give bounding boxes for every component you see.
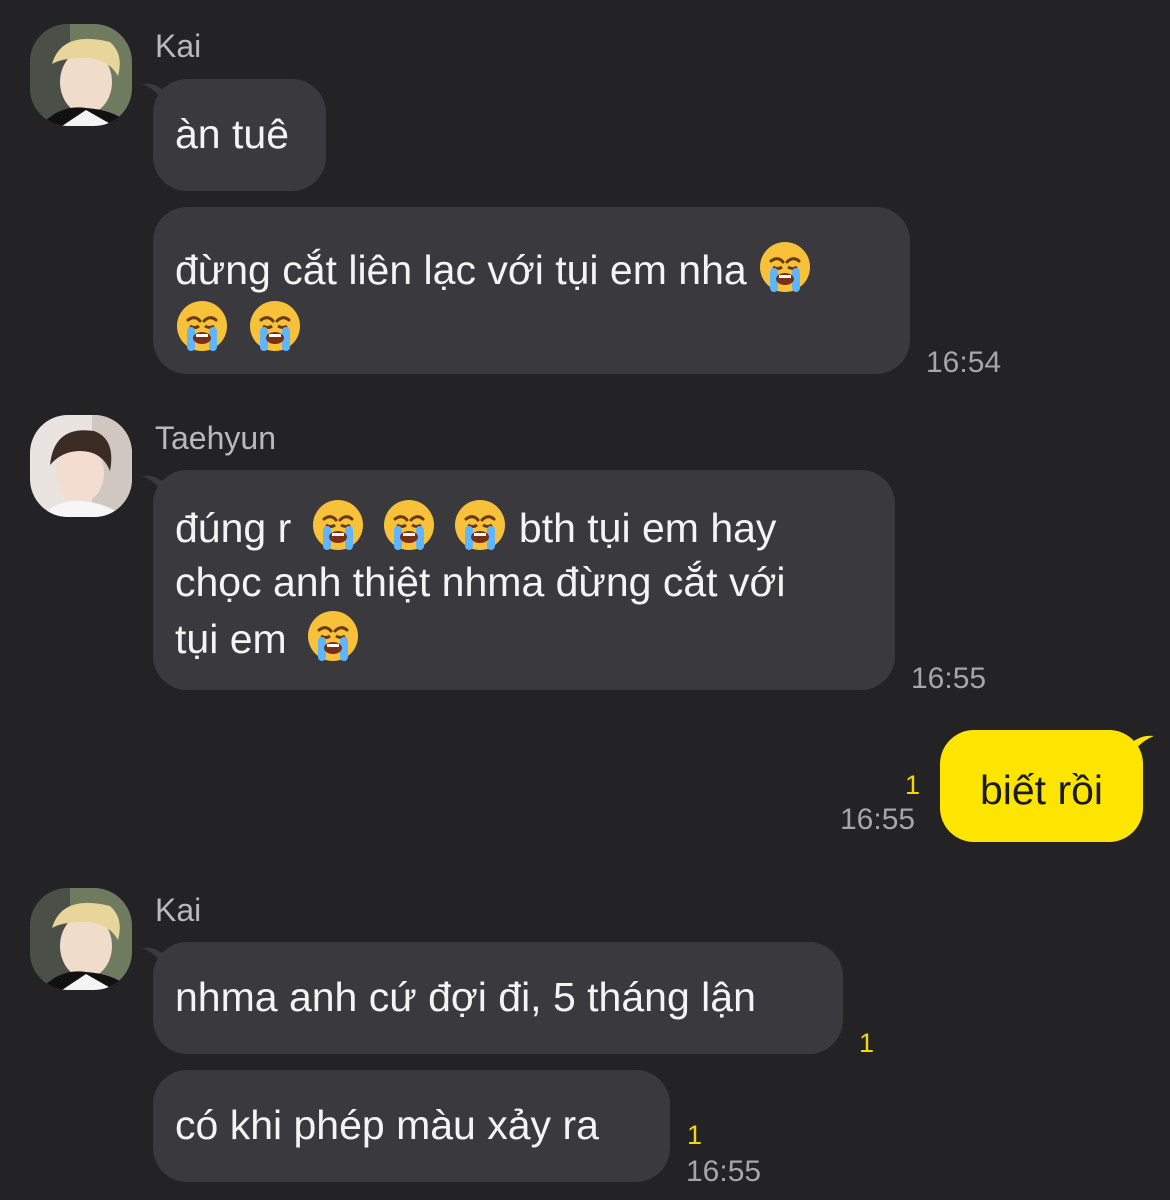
unread-count: 1 <box>859 1028 875 1058</box>
my-message-bubble[interactable]: biết rồi <box>940 730 1143 842</box>
kai-avatar-icon <box>30 888 132 990</box>
sender-name: Taehyun <box>155 420 276 456</box>
crying-emoji-icon <box>758 240 812 294</box>
message-text: đúng r <box>175 505 292 551</box>
message-bubble[interactable]: đừng cắt liên lạc với tụi em nha <box>153 207 910 374</box>
message-text: chọc anh thiệt nhma đừng cắt với <box>175 559 786 605</box>
message-text: có khi phép màu xảy ra <box>175 1102 599 1148</box>
message-time: 16:55 <box>686 1155 762 1188</box>
crying-emoji-icon <box>306 609 360 663</box>
sender-name: Kai <box>155 892 202 928</box>
unread-count: 1 <box>687 1120 703 1150</box>
message-text: tụi em <box>175 616 287 662</box>
unread-count: 1 <box>905 770 921 800</box>
message-text: biết rồi <box>979 767 1104 813</box>
message-bubble[interactable]: đúng r bth tụi em hay chọc anh thiệt nhm… <box>153 470 895 690</box>
message-time: 16:55 <box>840 803 916 836</box>
taehyun-avatar-icon <box>30 415 132 517</box>
crying-emoji-icon <box>175 299 229 353</box>
message-text: đừng cắt liên lạc với tụi em nha <box>175 247 747 293</box>
message-time: 16:55 <box>911 662 987 695</box>
sender-name: Kai <box>155 28 202 64</box>
crying-emoji-icon <box>311 498 365 552</box>
avatar[interactable] <box>30 888 132 990</box>
message-text: nhma anh cứ đợi đi, 5 tháng lận <box>175 974 756 1020</box>
message-bubble[interactable]: có khi phép màu xảy ra <box>153 1070 670 1182</box>
message-text: bth tụi em hay <box>518 505 777 551</box>
avatar[interactable] <box>30 415 132 517</box>
avatar[interactable] <box>30 24 132 126</box>
crying-emoji-icon <box>248 299 302 353</box>
crying-emoji-icon <box>453 498 507 552</box>
message-time: 16:54 <box>926 346 1002 379</box>
message-text: àn tuê <box>175 111 289 157</box>
my-bubble-tail <box>1126 735 1154 762</box>
message-bubble[interactable]: àn tuê <box>153 79 326 191</box>
message-bubble[interactable]: nhma anh cứ đợi đi, 5 tháng lận <box>153 942 843 1054</box>
crying-emoji-icon <box>382 498 436 552</box>
kai-avatar-icon <box>30 24 132 126</box>
